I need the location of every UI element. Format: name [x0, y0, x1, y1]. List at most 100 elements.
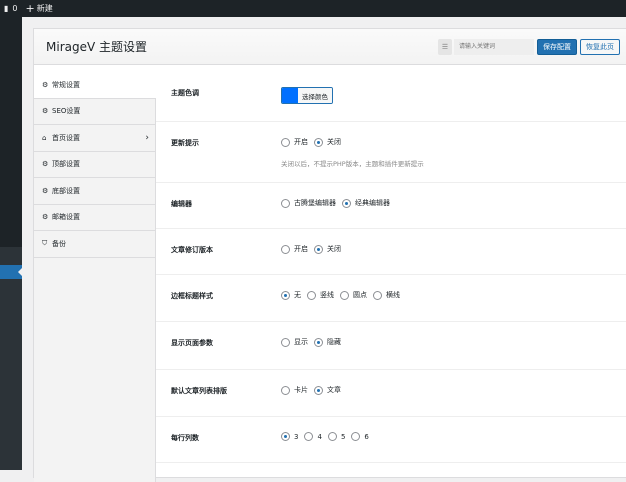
panel-header: MirageV 主题设置 ☰ 保存配置 恢复此页 [34, 29, 626, 65]
radio-button[interactable] [281, 290, 290, 300]
nav-item-1[interactable]: ⚙ SEO设置 [34, 98, 155, 125]
nav-item-4[interactable]: ⚙ 底部设置 [34, 178, 155, 205]
nav-item-6[interactable]: ⛉ 备份 [34, 231, 155, 258]
radio-option[interactable]: 3 [281, 432, 298, 441]
radio-group: 开启 关闭 [281, 244, 347, 254]
setting-label: 主题色调 [171, 89, 199, 97]
setting-row-layout: 默认文章列表排版 卡片 文章 [156, 370, 626, 417]
radio-button[interactable] [281, 198, 290, 208]
admin-bar: ▮ 0 + 新建 [0, 0, 626, 17]
radio-option[interactable]: 关闭 [314, 137, 341, 147]
radio-label: 3 [294, 432, 299, 441]
setting-row-params: 显示页面参数 显示 隐藏 [156, 322, 626, 370]
radio-option[interactable]: 无 [281, 290, 301, 300]
radio-button[interactable] [281, 337, 290, 347]
radio-option[interactable]: 6 [351, 432, 369, 441]
home-icon: ⌂ [42, 133, 47, 142]
radio-button[interactable] [340, 290, 349, 300]
radio-label: 隐藏 [327, 338, 341, 346]
radio-button[interactable] [314, 244, 323, 254]
nav-label: SEO设置 [52, 107, 81, 116]
radio-button[interactable] [314, 337, 323, 347]
radio-option[interactable]: 横线 [373, 290, 400, 300]
nav-label: 底部设置 [52, 186, 80, 195]
radio-option[interactable]: 圆点 [340, 290, 367, 300]
new-link[interactable]: 新建 [37, 3, 53, 14]
plus-icon: + [25, 2, 35, 15]
backup-icon: ⛉ [42, 239, 48, 248]
radio-button[interactable] [373, 290, 382, 300]
save-button[interactable]: 保存配置 [537, 38, 577, 55]
setting-row-border: 边框标题样式 无 竖线 圆点 横线 [156, 275, 626, 322]
restore-button[interactable]: 恢复此页 [580, 38, 620, 55]
setting-label: 边框标题样式 [171, 292, 213, 300]
nav-item-0[interactable]: ⚙ 常规设置 [34, 72, 156, 99]
radio-button[interactable] [281, 432, 290, 441]
setting-row-columns: 每行列数 3 4 5 6 [156, 417, 626, 463]
setting-row-update: 更新提示 开启 关闭关闭以后，不提示PHP版本，主题和插件更新提示 [156, 122, 626, 183]
radio-option[interactable]: 5 [327, 432, 345, 441]
radio-option[interactable]: 显示 [281, 337, 308, 347]
radio-option[interactable]: 经典编辑器 [342, 198, 390, 208]
search-input[interactable] [454, 38, 534, 55]
radio-group: 古腾堡编辑器 经典编辑器 [281, 198, 396, 208]
setting-row-editor: 编辑器 古腾堡编辑器 经典编辑器 [156, 183, 626, 229]
radio-button[interactable] [342, 198, 351, 208]
setting-label: 每行列数 [171, 434, 199, 442]
radio-option[interactable]: 古腾堡编辑器 [281, 198, 336, 208]
nav-label: 备份 [52, 239, 66, 248]
radio-option[interactable]: 开启 [281, 244, 308, 254]
radio-button[interactable] [314, 137, 323, 147]
radio-button[interactable] [307, 290, 316, 300]
radio-label: 4 [317, 432, 322, 441]
radio-button[interactable] [351, 432, 361, 441]
comment-count[interactable]: 0 [12, 4, 17, 13]
nav-label: 常规设置 [52, 80, 80, 89]
page-title: MirageV 主题设置 [46, 40, 147, 54]
expand-icon[interactable]: ☰ [438, 38, 452, 55]
chevron-right-icon: › [145, 132, 149, 143]
nav-label: 顶部设置 [52, 160, 80, 169]
radio-button[interactable] [327, 432, 337, 441]
setting-label: 更新提示 [171, 139, 199, 147]
radio-label: 关闭 [327, 245, 341, 253]
radio-button[interactable] [314, 385, 323, 395]
setting-description: 关闭以后，不提示PHP版本，主题和插件更新提示 [281, 160, 424, 168]
radio-group: 显示 隐藏 [281, 337, 347, 347]
nav-item-5[interactable]: ⚙ 邮箱设置 [34, 204, 155, 231]
radio-group: 3 4 5 6 [281, 432, 375, 441]
radio-label: 经典编辑器 [355, 199, 390, 207]
radio-group: 卡片 文章 [281, 385, 347, 395]
radio-option[interactable]: 文章 [314, 385, 341, 395]
radio-button[interactable] [281, 137, 290, 147]
radio-button[interactable] [281, 244, 290, 254]
color-picker-button[interactable]: 选择颜色 [281, 87, 333, 104]
radio-option[interactable]: 开启 [281, 137, 308, 147]
radio-label: 6 [364, 432, 369, 441]
nav-item-2[interactable]: ⌂ 首页设置 › [34, 125, 155, 152]
radio-group: 无 竖线 圆点 横线 [281, 290, 406, 300]
radio-group: 开启 关闭 [281, 137, 347, 147]
radio-option[interactable]: 卡片 [281, 385, 308, 395]
color-button-label: 选择颜色 [298, 88, 332, 103]
current-menu-item[interactable] [0, 265, 22, 279]
comment-icon[interactable]: ▮ [4, 4, 8, 13]
settings-panel: MirageV 主题设置 ☰ 保存配置 恢复此页 ⚙常规设置⚙SEO设置⌂首页设… [33, 28, 626, 482]
radio-option[interactable]: 关闭 [314, 244, 341, 254]
radio-label: 开启 [294, 245, 308, 253]
radio-label: 显示 [294, 338, 308, 346]
radio-button[interactable] [281, 385, 290, 395]
gear-icon: ⚙ [42, 107, 49, 116]
color-swatch [282, 88, 298, 103]
radio-label: 卡片 [294, 386, 308, 394]
setting-label: 文章修订版本 [171, 246, 213, 254]
radio-label: 圆点 [353, 291, 367, 299]
nav-item-3[interactable]: ⚙ 顶部设置 [34, 151, 155, 178]
setting-row-revision: 文章修订版本 开启 关闭 [156, 229, 626, 275]
nav-label: 首页设置 [52, 133, 80, 142]
settings-nav: ⚙ 常规设置 ⚙ SEO设置 ⌂ 首页设置 › ⚙ 顶部设置 ⚙ 底部设置 ⚙ 邮箱设置 ⛉ 备份 [34, 72, 156, 482]
radio-option[interactable]: 4 [304, 432, 322, 441]
radio-button[interactable] [304, 432, 314, 441]
radio-option[interactable]: 隐藏 [314, 337, 341, 347]
radio-option[interactable]: 竖线 [307, 290, 334, 300]
